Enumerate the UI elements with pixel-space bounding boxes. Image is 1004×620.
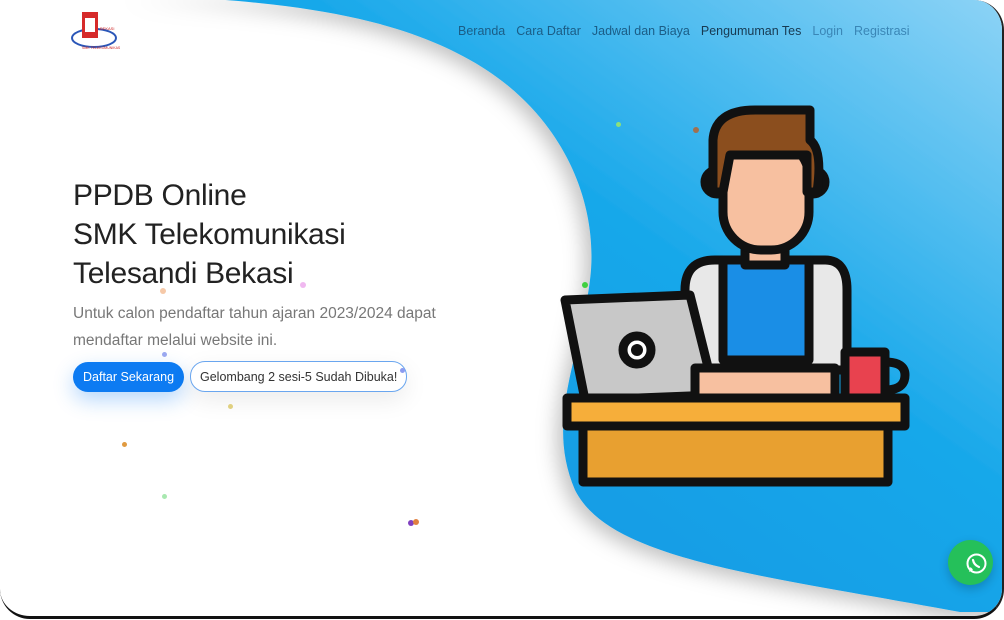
nav-login[interactable]: Login <box>812 24 843 38</box>
hero-title: PPDB Online SMK Telekomunikasi Telesandi… <box>73 176 346 293</box>
confetti-dot <box>162 494 167 499</box>
confetti-dot <box>122 442 127 447</box>
whatsapp-button[interactable] <box>948 540 993 585</box>
title-line: PPDB Online <box>73 179 247 212</box>
confetti-dot <box>162 352 167 357</box>
student-laptop-illustration <box>560 105 910 487</box>
page: BEKASI SMK TELEKOMUNIKASI Beranda Cara D… <box>0 0 1004 619</box>
confetti-dot <box>400 368 405 373</box>
svg-text:BEKASI: BEKASI <box>100 26 114 31</box>
confetti-dot <box>160 288 166 294</box>
title-line: SMK Telekomunikasi <box>73 218 346 251</box>
hero-lead: Untuk calon pendaftar tahun ajaran 2023/… <box>73 305 436 349</box>
confetti-dot <box>228 404 233 409</box>
gelombang-button[interactable]: Gelombang 2 sesi-5 Sudah Dibuka! <box>190 361 408 392</box>
svg-text:SMK TELEKOMUNIKASI: SMK TELEKOMUNIKASI <box>82 46 120 50</box>
confetti-dot <box>413 519 419 525</box>
confetti-dot <box>300 282 306 288</box>
nav-registrasi[interactable]: Registrasi <box>854 24 910 38</box>
whatsapp-icon <box>966 553 987 574</box>
daftar-sekarang-button[interactable]: Daftar Sekarang <box>73 362 185 392</box>
nav-cara-daftar[interactable]: Cara Daftar <box>516 24 581 38</box>
nav-beranda[interactable]: Beranda <box>458 24 505 38</box>
school-logo: BEKASI SMK TELEKOMUNIKASI <box>71 12 120 50</box>
main-nav: Beranda Cara Daftar Jadwal dan Biaya Pen… <box>458 24 910 38</box>
nav-jadwal-biaya[interactable]: Jadwal dan Biaya <box>592 24 690 38</box>
nav-pengumuman-tes[interactable]: Pengumuman Tes <box>701 24 802 38</box>
